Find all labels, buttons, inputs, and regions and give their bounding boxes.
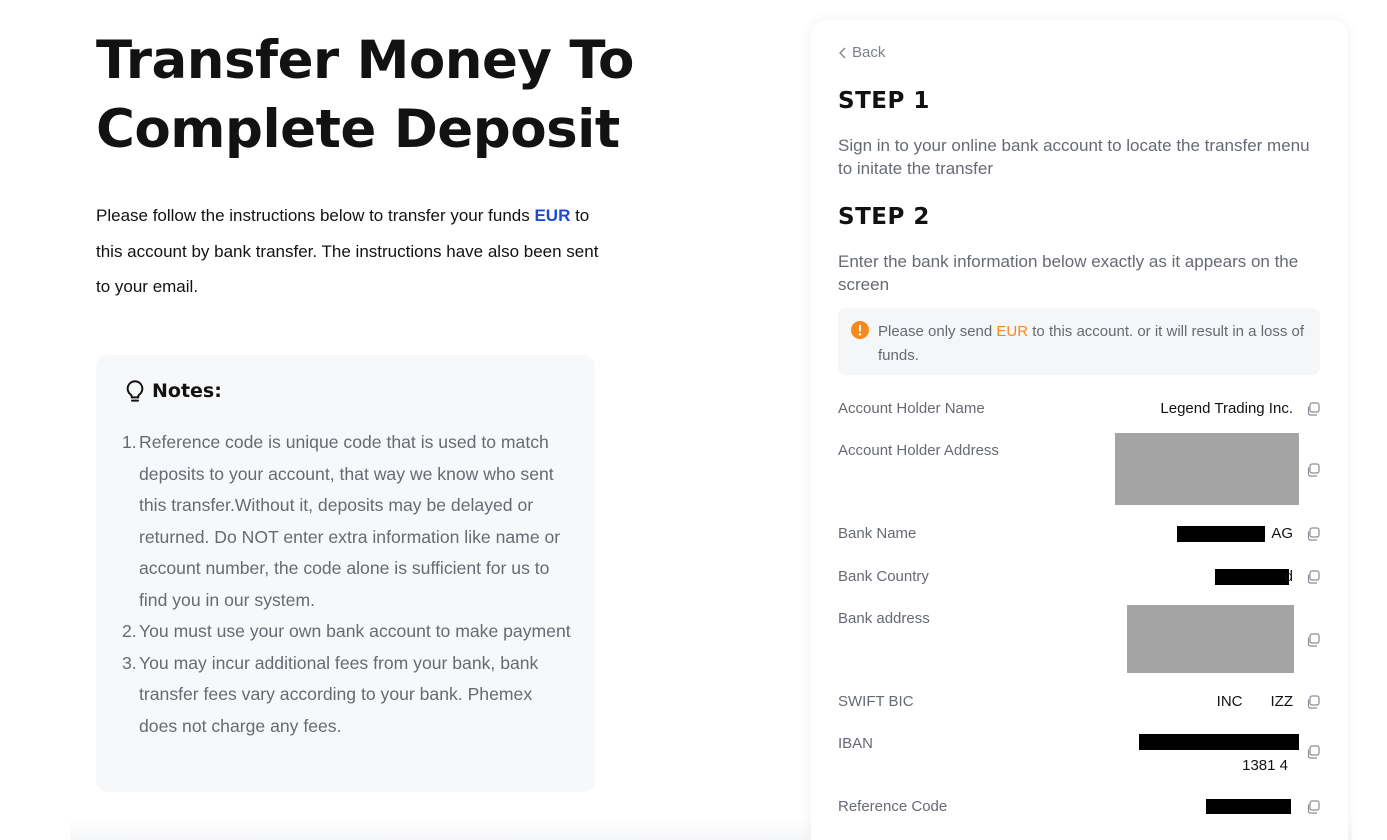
field-value: d [1214,568,1293,586]
warning-box: Please only send EUR to this account. or… [838,308,1320,375]
back-label: Back [852,44,886,61]
note-item-1: 1. Reference code is unique code that is … [122,427,572,616]
bank-country-suffix: d [1284,568,1293,585]
notes-title: Notes: [152,380,222,402]
step2-title: STEP 2 [838,204,930,230]
note-number: 2. [122,621,137,641]
note-text: You may incur additional fees from your … [139,652,539,736]
field-row-bank-country: Bank Country d [838,568,1321,588]
field-row-account-holder-name: Account Holder Name Legend Trading Inc. [838,400,1321,420]
note-number: 3. [122,652,137,673]
field-label: SWIFT BIC [838,693,914,710]
field-row-reference-code: Reference Code [838,798,1321,818]
step1-title: STEP 1 [838,88,930,114]
field-row-bank-address: Bank address [838,605,1321,696]
warning-currency: EUR [996,323,1029,340]
copy-icon[interactable] [1305,526,1321,542]
bank-name-suffix: AG [1271,525,1293,542]
bank-info-panel: Back STEP 1 Sign in to your online bank … [811,20,1348,840]
intro-before: Please follow the instructions below to … [96,206,535,225]
warning-text: Please only send EUR to this account. or… [878,320,1314,368]
field-value: AG [1177,525,1293,543]
field-row-bank-name: Bank Name AG [838,525,1321,545]
copy-icon[interactable] [1305,462,1321,478]
redacted-iban [1139,734,1299,750]
field-label: Account Holder Address [838,442,999,459]
field-label: Bank Name [838,525,917,542]
chevron-left-icon [839,47,846,58]
notes-header: Notes: [124,379,222,403]
field-value: Legend Trading Inc. [1160,400,1293,417]
warning-icon [851,321,869,339]
redacted-bank-address [1127,605,1294,673]
field-label: Bank Country [838,568,929,585]
redacted-bank-name [1177,526,1266,543]
warning-before: Please only send [878,323,997,340]
note-text: You must use your own bank account to ma… [139,621,571,641]
intro-currency: EUR [534,206,571,225]
notes-list: 1. Reference code is unique code that is … [122,427,572,742]
note-number: 1. [122,432,137,452]
lightbulb-icon [126,380,144,402]
redacted-reference-code [1206,799,1291,814]
copy-icon[interactable] [1305,569,1321,585]
field-row-swift-bic: SWIFT BIC INC IZZ [838,693,1321,713]
copy-icon[interactable] [1305,632,1321,648]
note-item-2: 2. You must use your own bank account to … [122,616,572,648]
field-value: INC IZZ [1217,693,1293,710]
copy-icon[interactable] [1305,694,1321,710]
page-title: Transfer Money To Complete Deposit [96,30,634,160]
field-row-account-holder-address: Account Holder Address [838,433,1321,528]
swift-suffix: IZZ [1270,693,1294,710]
iban-tail: 1381 4 [1242,757,1288,774]
field-label: Bank address [838,610,930,627]
copy-icon[interactable] [1305,744,1321,760]
redacted-address [1115,433,1299,505]
step2-text: Enter the bank information below exactly… [838,252,1299,294]
back-button[interactable]: Back [838,44,885,61]
step1-text: Sign in to your online bank account to l… [838,136,1310,178]
field-label: Account Holder Name [838,400,985,417]
copy-icon[interactable] [1305,799,1321,815]
field-label: Reference Code [838,798,948,815]
swift-prefix: INC [1216,693,1243,710]
notes-card: Notes: 1. Reference code is unique code t… [96,355,595,792]
note-text: Reference code is unique code that is us… [139,432,561,610]
field-label: IBAN [838,735,874,752]
redacted-bank-country [1214,569,1289,586]
intro-text: Please follow the instructions below to … [96,198,606,305]
note-item-3: 3. You may incur additional fees from you… [122,648,572,743]
field-row-iban: IBAN 1381 4 [838,734,1321,779]
copy-icon[interactable] [1305,401,1321,417]
